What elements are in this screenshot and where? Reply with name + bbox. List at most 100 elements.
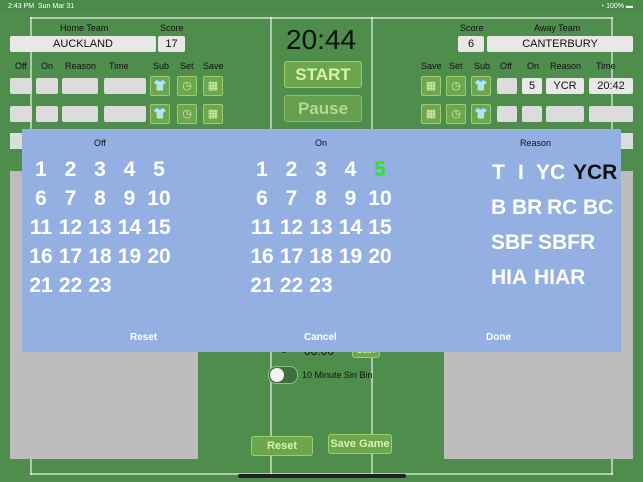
reason-sbf[interactable]: SBF: [491, 231, 533, 255]
clock-icon[interactable]: ◷: [446, 104, 466, 124]
pause-button[interactable]: Pause: [284, 95, 362, 122]
on-number-8[interactable]: 8: [306, 187, 336, 211]
on-number-11[interactable]: 11: [247, 216, 277, 240]
home-row1-reason[interactable]: [62, 78, 98, 94]
reason-hia[interactable]: HIA: [491, 266, 527, 290]
calculator-icon[interactable]: ▦: [421, 76, 441, 96]
away-row2-off[interactable]: [497, 106, 517, 122]
home-row2-off[interactable]: [10, 106, 32, 122]
off-number-11[interactable]: 11: [26, 216, 56, 240]
off-number-20[interactable]: 20: [144, 245, 174, 269]
home-row2-on[interactable]: [36, 106, 58, 122]
on-number-15[interactable]: 15: [365, 216, 395, 240]
off-number-16[interactable]: 16: [26, 245, 56, 269]
home-row1-time[interactable]: [104, 78, 146, 94]
home-team-name[interactable]: AUCKLAND: [10, 36, 156, 52]
on-number-19[interactable]: 19: [336, 245, 366, 269]
off-number-5[interactable]: 5: [144, 158, 174, 182]
off-number-1[interactable]: 1: [26, 158, 56, 182]
calculator-icon[interactable]: ▦: [421, 104, 441, 124]
away-row1-reason[interactable]: YCR: [546, 78, 584, 94]
reason-hiar[interactable]: HIAR: [534, 266, 585, 290]
picker-done-button[interactable]: Done: [486, 332, 511, 343]
calculator-icon[interactable]: ▦: [203, 76, 223, 96]
on-number-5[interactable]: 5: [365, 158, 395, 182]
on-number-3[interactable]: 3: [306, 158, 336, 182]
on-number-9[interactable]: 9: [336, 187, 366, 211]
on-number-22[interactable]: 22: [277, 274, 307, 298]
away-row1-on[interactable]: 5: [522, 78, 542, 94]
clock-icon[interactable]: ◷: [177, 104, 197, 124]
on-number-14[interactable]: 14: [336, 216, 366, 240]
picker-cancel-button[interactable]: Cancel: [304, 332, 337, 343]
save-game-button[interactable]: Save Game: [328, 434, 392, 454]
shirt-icon[interactable]: 👕: [471, 104, 491, 124]
home-row1-on[interactable]: [36, 78, 58, 94]
shirt-icon[interactable]: 👕: [471, 76, 491, 96]
off-number-3[interactable]: 3: [85, 158, 115, 182]
on-number-17[interactable]: 17: [277, 245, 307, 269]
off-number-19[interactable]: 19: [115, 245, 145, 269]
reason-b[interactable]: B: [491, 196, 506, 220]
reset-game-button[interactable]: Reset: [251, 436, 313, 456]
reason-bc[interactable]: BC: [583, 196, 613, 220]
off-number-4[interactable]: 4: [115, 158, 145, 182]
off-number-21[interactable]: 21: [26, 274, 56, 298]
on-number-23[interactable]: 23: [306, 274, 336, 298]
off-number-7[interactable]: 7: [56, 187, 86, 211]
reason-yc[interactable]: YC: [536, 161, 565, 185]
home-row1-off[interactable]: [10, 78, 32, 94]
away-row1-time[interactable]: 20:42: [589, 78, 633, 94]
reason-ycr[interactable]: YCR: [573, 161, 617, 185]
off-number-18[interactable]: 18: [85, 245, 115, 269]
reason-t[interactable]: T: [492, 161, 505, 185]
calculator-icon[interactable]: ▦: [203, 104, 223, 124]
off-number-13[interactable]: 13: [85, 216, 115, 240]
start-button[interactable]: START: [284, 61, 362, 88]
reason-i[interactable]: I: [518, 161, 524, 185]
shirt-icon[interactable]: 👕: [150, 104, 170, 124]
on-number-13[interactable]: 13: [306, 216, 336, 240]
on-number-4[interactable]: 4: [336, 158, 366, 182]
on-number-6[interactable]: 6: [247, 187, 277, 211]
off-number-6[interactable]: 6: [26, 187, 56, 211]
picker-reset-button[interactable]: Reset: [130, 332, 157, 343]
away-row1-off[interactable]: [497, 78, 517, 94]
off-number-22[interactable]: 22: [56, 274, 86, 298]
home-row3-off[interactable]: [10, 133, 22, 149]
home-row2-time[interactable]: [104, 106, 146, 122]
on-number-7[interactable]: 7: [277, 187, 307, 211]
on-number-20[interactable]: 20: [365, 245, 395, 269]
on-number-2[interactable]: 2: [277, 158, 307, 182]
off-number-15[interactable]: 15: [144, 216, 174, 240]
off-number-10[interactable]: 10: [144, 187, 174, 211]
on-number-1[interactable]: 1: [247, 158, 277, 182]
off-number-8[interactable]: 8: [85, 187, 115, 211]
on-number-10[interactable]: 10: [365, 187, 395, 211]
reason-rc[interactable]: RC: [547, 196, 577, 220]
on-number-18[interactable]: 18: [306, 245, 336, 269]
on-number-16[interactable]: 16: [247, 245, 277, 269]
off-number-9[interactable]: 9: [115, 187, 145, 211]
away-row2-reason[interactable]: [546, 106, 584, 122]
off-number-23[interactable]: 23: [85, 274, 115, 298]
on-number-12[interactable]: 12: [277, 216, 307, 240]
off-number-17[interactable]: 17: [56, 245, 86, 269]
away-score[interactable]: 6: [458, 36, 484, 52]
off-number-14[interactable]: 14: [115, 216, 145, 240]
on-number-21[interactable]: 21: [247, 274, 277, 298]
away-row3-time[interactable]: [621, 133, 633, 149]
away-row2-time[interactable]: [589, 106, 633, 122]
clock-icon[interactable]: ◷: [446, 76, 466, 96]
home-row2-reason[interactable]: [62, 106, 98, 122]
shirt-icon[interactable]: 👕: [150, 76, 170, 96]
sin-bin-toggle[interactable]: [268, 366, 298, 384]
away-row2-on[interactable]: [522, 106, 542, 122]
reason-br[interactable]: BR: [512, 196, 542, 220]
away-team-name[interactable]: CANTERBURY: [487, 36, 633, 52]
reason-sbfr[interactable]: SBFR: [538, 231, 595, 255]
off-number-2[interactable]: 2: [56, 158, 86, 182]
off-number-12[interactable]: 12: [56, 216, 86, 240]
clock-icon[interactable]: ◷: [177, 76, 197, 96]
home-score[interactable]: 17: [158, 36, 185, 52]
